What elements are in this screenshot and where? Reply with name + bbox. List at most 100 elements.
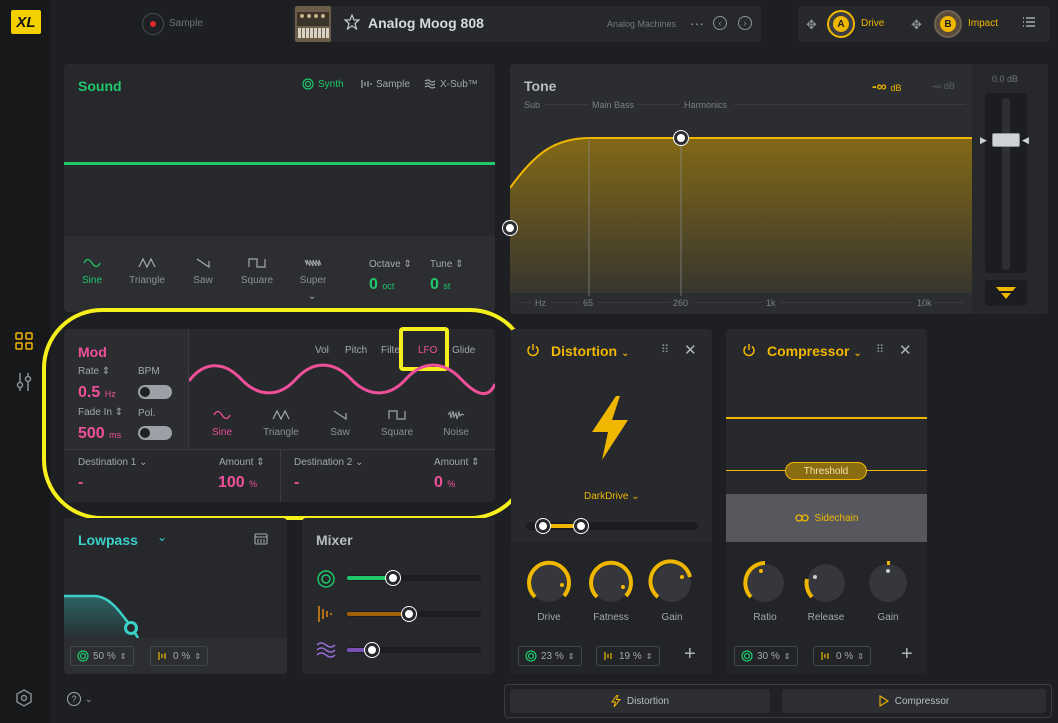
filter-preset-icon[interactable] bbox=[254, 532, 268, 550]
distortion-gain-knob[interactable] bbox=[646, 557, 698, 609]
tone-harmonics-handle[interactable] bbox=[674, 131, 688, 145]
compressor-title-text: Compressor bbox=[767, 343, 850, 359]
distortion-range-handle-low[interactable] bbox=[536, 519, 550, 533]
lowpass-cutoff-handle[interactable] bbox=[124, 621, 138, 635]
sound-wave-super[interactable]: Super bbox=[288, 257, 338, 286]
freq-axis-line-6 bbox=[934, 302, 964, 303]
compressor-mix-chip[interactable]: 30 % ⇕ bbox=[734, 646, 798, 666]
tab-synth[interactable]: Synth bbox=[302, 78, 344, 90]
tab-xsub[interactable]: X-Sub™ bbox=[424, 78, 478, 90]
mixer-synth-icon bbox=[316, 569, 336, 594]
drag-handle-a-icon[interactable]: ✥ bbox=[806, 17, 817, 33]
more-options-icon[interactable]: ··· bbox=[690, 15, 704, 31]
sound-wave-saw-label: Saw bbox=[193, 275, 213, 286]
menu-list-icon[interactable] bbox=[1022, 15, 1036, 34]
compressor-chip2[interactable]: 0 % ⇕ bbox=[813, 646, 871, 666]
drag-handle-b-icon[interactable]: ✥ bbox=[911, 17, 922, 33]
next-preset-button[interactable]: › bbox=[738, 16, 752, 30]
help-chevron-icon: ⌄ bbox=[85, 693, 93, 704]
sliders-icon[interactable] bbox=[14, 372, 34, 392]
compressor-release-knob[interactable] bbox=[800, 557, 852, 609]
distortion-close-icon[interactable]: ✕ bbox=[684, 341, 697, 359]
macro-a-knob[interactable]: A bbox=[827, 10, 855, 38]
compressor-release-label: Release bbox=[807, 612, 845, 623]
threshold-handle[interactable]: Threshold bbox=[785, 462, 867, 480]
tune-number: 0 bbox=[430, 276, 439, 293]
mixer-xsub-handle[interactable] bbox=[365, 643, 379, 657]
tune-unit: st bbox=[443, 281, 451, 291]
lowpass-mix-chip[interactable]: 50 % ⇕ bbox=[70, 646, 134, 666]
sound-wave-triangle[interactable]: Triangle bbox=[122, 257, 172, 286]
preset-thumbnail bbox=[295, 6, 331, 42]
tone-sub-handle[interactable] bbox=[503, 221, 517, 235]
tone-eq-curve[interactable] bbox=[510, 108, 972, 308]
sound-wave-saw[interactable]: Saw bbox=[178, 257, 228, 286]
tab-sample[interactable]: Sample bbox=[360, 78, 410, 90]
sample-bars-icon bbox=[604, 652, 612, 660]
output-mode-icon[interactable] bbox=[995, 286, 1017, 305]
compressor-drag-icon[interactable]: ⠿ bbox=[876, 343, 884, 356]
octave-unit: oct bbox=[382, 281, 395, 291]
distortion-type-value: DarkDrive bbox=[584, 491, 629, 502]
tune-value[interactable]: 0 st bbox=[430, 276, 450, 294]
compressor-power-icon[interactable] bbox=[742, 343, 756, 362]
macro-b-knob[interactable]: B bbox=[934, 10, 962, 38]
help-button[interactable]: ? ⌄ bbox=[67, 692, 93, 706]
distortion-type-dropdown[interactable]: DarkDrive ⌄ bbox=[584, 491, 640, 502]
previous-preset-button[interactable]: ‹ bbox=[713, 16, 727, 30]
freq-axis-line-5 bbox=[780, 302, 912, 303]
triangle-wave-icon bbox=[138, 257, 156, 269]
band-divider-1 bbox=[544, 104, 588, 105]
distortion-add-icon[interactable]: + bbox=[684, 644, 696, 664]
distortion-power-icon[interactable] bbox=[526, 343, 540, 362]
distortion-chip2-value: 19 % bbox=[619, 650, 642, 662]
settings-hex-icon[interactable] bbox=[14, 688, 34, 708]
distortion-mix-chip[interactable]: 23 % ⇕ bbox=[518, 646, 582, 666]
tune-label[interactable]: Tune ⇕ bbox=[430, 259, 464, 270]
fader-handle[interactable] bbox=[992, 133, 1020, 147]
distortion-drive-knob[interactable] bbox=[523, 557, 575, 609]
lowpass-type-dropdown[interactable]: ⌄ bbox=[157, 530, 167, 544]
freq-axis-line-2 bbox=[551, 302, 579, 303]
favorite-star-icon[interactable] bbox=[343, 13, 361, 31]
distortion-fatness-knob[interactable] bbox=[585, 557, 637, 609]
tone-title: Tone bbox=[524, 78, 557, 94]
mixer-synth-handle[interactable] bbox=[386, 571, 400, 585]
sound-waveform-display bbox=[64, 162, 495, 165]
mixer-xsub-icon bbox=[316, 640, 336, 665]
chain-tab-compressor-label: Compressor bbox=[894, 695, 950, 707]
octave-label[interactable]: Octave ⇕ bbox=[369, 259, 412, 270]
tone-gain-readout[interactable]: -∞ dB bbox=[872, 78, 902, 94]
lowpass-title: Lowpass bbox=[78, 532, 138, 548]
compressor-ratio-knob[interactable] bbox=[739, 557, 791, 609]
compressor-title[interactable]: Compressor ⌄ bbox=[767, 343, 862, 359]
record-button[interactable] bbox=[142, 13, 164, 35]
band-divider-2 bbox=[638, 104, 680, 105]
chain-tab-distortion[interactable]: Distortion bbox=[510, 689, 770, 713]
distortion-drag-icon[interactable]: ⠿ bbox=[661, 343, 669, 356]
sidechain-area[interactable]: Sidechain bbox=[726, 494, 927, 542]
sound-wave-super-label: Super bbox=[299, 275, 327, 286]
distortion-title[interactable]: Distortion ⌄ bbox=[551, 343, 629, 359]
grid-view-icon[interactable] bbox=[14, 331, 34, 351]
preset-name[interactable]: Analog Moog 808 bbox=[368, 15, 484, 31]
mixer-title: Mixer bbox=[316, 532, 353, 548]
distortion-range-handle-high[interactable] bbox=[574, 519, 588, 533]
fader-right-arrow-icon: ◀ bbox=[1022, 135, 1029, 145]
compressor-add-icon[interactable]: + bbox=[901, 644, 913, 664]
octave-value[interactable]: 0 oct bbox=[369, 276, 394, 294]
mix-ring-icon bbox=[525, 650, 537, 662]
lowpass-chip2-value: 0 % bbox=[173, 650, 191, 662]
sound-wave-sine[interactable]: Sine bbox=[67, 257, 117, 286]
lowpass-chip2[interactable]: 0 % ⇕ bbox=[150, 646, 208, 666]
compressor-gain-knob[interactable] bbox=[862, 557, 914, 609]
app-logo[interactable]: XL bbox=[11, 10, 41, 34]
lowpass-curve[interactable] bbox=[64, 580, 287, 638]
chain-tab-compressor[interactable]: Compressor bbox=[782, 689, 1046, 713]
distortion-chip2[interactable]: 19 % ⇕ bbox=[596, 646, 660, 666]
compressor-close-icon[interactable]: ✕ bbox=[899, 341, 912, 359]
super-expand-chevron-icon[interactable]: ⌄ bbox=[308, 291, 316, 302]
compressor-mix-value: 30 % bbox=[757, 650, 780, 662]
mixer-sample-handle[interactable] bbox=[402, 607, 416, 621]
sound-wave-square[interactable]: Square bbox=[232, 257, 282, 286]
